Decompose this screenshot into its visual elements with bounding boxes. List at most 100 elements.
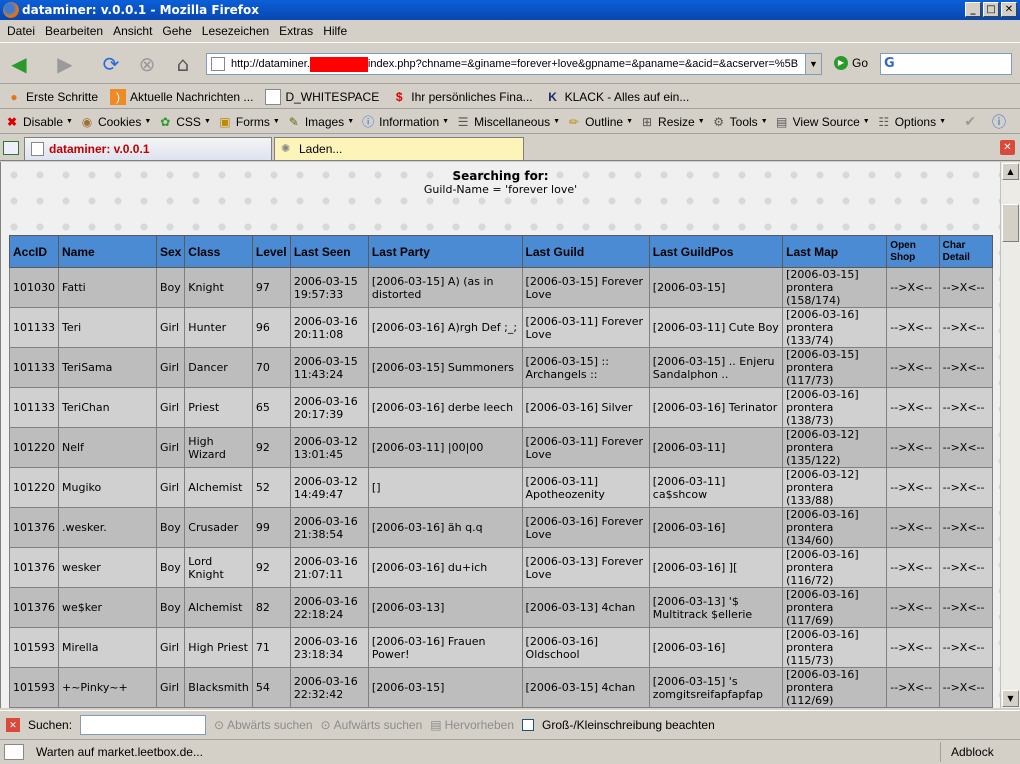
forward-icon[interactable]: ▶ bbox=[52, 51, 78, 77]
wd-options[interactable]: ☷ Options ▼ bbox=[876, 114, 946, 130]
table-cell[interactable]: -->X<-- bbox=[938, 667, 994, 708]
table-cell[interactable]: -->X<-- bbox=[938, 347, 994, 388]
bookmark-aktuelle-nachrichten[interactable]: ) Aktuelle Nachrichten ... bbox=[110, 88, 253, 105]
bookmark-d-whitespace[interactable]: D_WHITESPACE bbox=[265, 88, 379, 105]
column-header: Last GuildPos bbox=[648, 235, 784, 268]
go-button[interactable]: ▶ Go bbox=[834, 56, 868, 70]
minimize-button[interactable]: _ bbox=[965, 2, 981, 17]
table-cell: Girl bbox=[155, 707, 186, 708]
scroll-up-icon[interactable]: ▲ bbox=[1002, 163, 1019, 180]
help-icon[interactable]: ⓘ bbox=[992, 112, 1006, 132]
home-icon[interactable]: ⌂ bbox=[170, 51, 196, 77]
wd-disable[interactable]: ✖ Disable ▼ bbox=[4, 114, 73, 130]
tab-loading[interactable]: ✺ Laden... bbox=[274, 137, 524, 160]
menu-ansicht[interactable]: Ansicht bbox=[108, 24, 157, 38]
reload-icon[interactable]: ⟳ bbox=[98, 51, 124, 77]
table-header-row: AccID Name Sex Class Level Last Seen Last Part… bbox=[9, 235, 994, 268]
wd-cookies[interactable]: ◉ Cookies ▼ bbox=[79, 114, 152, 130]
table-cell[interactable]: -->X<-- bbox=[886, 507, 940, 548]
menu-extras[interactable]: Extras bbox=[274, 24, 318, 38]
table-cell[interactable]: -->X<-- bbox=[938, 707, 994, 708]
scroll-thumb[interactable] bbox=[1002, 204, 1019, 242]
wd-forms[interactable]: ▣ Forms ▼ bbox=[217, 114, 280, 130]
wd-images[interactable]: ✎ Images ▼ bbox=[286, 114, 354, 130]
close-tab-icon[interactable]: ✕ bbox=[1000, 140, 1015, 155]
check-icon[interactable]: ✔ bbox=[964, 114, 976, 130]
wd-tools[interactable]: ⚙ Tools ▼ bbox=[711, 114, 767, 130]
find-up-button[interactable]: ⊙ Aufwärts suchen bbox=[321, 718, 423, 732]
table-cell[interactable]: -->X<-- bbox=[938, 267, 994, 308]
table-cell: [2006-03-15] 4chan bbox=[521, 667, 650, 708]
search-input[interactable]: G bbox=[880, 53, 1012, 75]
table-cell: 96 bbox=[251, 307, 291, 348]
table-cell[interactable]: -->X<-- bbox=[938, 307, 994, 348]
wd-information[interactable]: ⓘ Information ▼ bbox=[360, 114, 449, 130]
table-cell: [2006-03-16] prontera (116/72) bbox=[782, 547, 888, 588]
table-cell[interactable]: -->X<-- bbox=[886, 307, 940, 348]
wd-miscellaneous[interactable]: ☰ Miscellaneous ▼ bbox=[455, 114, 560, 130]
stop-icon[interactable]: ⊗ bbox=[134, 51, 160, 77]
adblock-label[interactable]: Adblock bbox=[940, 742, 1020, 762]
wd-resize[interactable]: ⊞ Resize ▼ bbox=[639, 114, 705, 130]
table-cell: Girl bbox=[155, 427, 186, 468]
table-cell[interactable]: -->X<-- bbox=[938, 627, 994, 668]
table-cell[interactable]: -->X<-- bbox=[886, 587, 940, 628]
column-header: Class bbox=[184, 235, 253, 268]
wd-css[interactable]: ✿ CSS ▼ bbox=[157, 114, 211, 130]
table-cell[interactable]: -->X<-- bbox=[938, 547, 994, 588]
highlight-button[interactable]: ▤ Hervorheben bbox=[430, 718, 514, 732]
firefox-icon: ● bbox=[10, 89, 18, 104]
table-cell[interactable]: -->X<-- bbox=[938, 427, 994, 468]
table-cell[interactable]: -->X<-- bbox=[886, 547, 940, 588]
table-cell[interactable]: -->X<-- bbox=[938, 387, 994, 428]
table-cell[interactable]: -->X<-- bbox=[938, 587, 994, 628]
table-cell: Teri bbox=[58, 307, 157, 348]
table-cell[interactable]: -->X<-- bbox=[938, 507, 994, 548]
menu-gehe[interactable]: Gehe bbox=[157, 24, 196, 38]
find-input[interactable] bbox=[80, 714, 207, 735]
menu-datei[interactable]: Datei bbox=[2, 24, 40, 38]
new-tab-icon[interactable] bbox=[3, 141, 19, 155]
scroll-down-icon[interactable]: ▼ bbox=[1002, 690, 1019, 707]
table-cell: [2006-03-11] Forever Love bbox=[521, 707, 650, 708]
table-cell: [] bbox=[367, 467, 523, 508]
table-cell[interactable]: -->X<-- bbox=[886, 267, 940, 308]
url-bar[interactable]: http://dataminer. index.php?chname=&ginam… bbox=[206, 53, 822, 75]
table-cell: Girl bbox=[155, 627, 186, 668]
menu-hilfe[interactable]: Hilfe bbox=[318, 24, 352, 38]
close-button[interactable]: ✕ bbox=[1001, 2, 1017, 17]
bookmark-sparkasse[interactable]: $ Ihr persönliches Fina... bbox=[391, 89, 533, 105]
column-header: Last Seen bbox=[289, 235, 369, 268]
table-cell: [2006-03-15] bbox=[367, 667, 523, 708]
table-cell[interactable]: -->X<-- bbox=[886, 387, 940, 428]
match-case-checkbox[interactable] bbox=[522, 718, 534, 731]
table-cell[interactable]: -->X<-- bbox=[886, 427, 940, 468]
menu-bearbeiten[interactable]: Bearbeiten bbox=[40, 24, 108, 38]
menu-lesezeichen[interactable]: Lesezeichen bbox=[197, 24, 274, 38]
table-cell: 2006-03-15 11:43:24 bbox=[289, 347, 369, 388]
rss-icon: ) bbox=[110, 88, 127, 105]
tab-dataminer[interactable]: dataminer: v.0.0.1 bbox=[24, 137, 272, 160]
page-icon bbox=[31, 142, 44, 156]
url-dropdown-icon[interactable]: ▼ bbox=[805, 54, 821, 74]
lock-icon: ▣ bbox=[219, 114, 231, 129]
table-cell: [2006-03-13] 4chan bbox=[521, 587, 650, 628]
table-cell[interactable]: -->X<-- bbox=[886, 667, 940, 708]
back-icon[interactable]: ◀ bbox=[6, 51, 32, 77]
column-header: Open Shop bbox=[886, 235, 940, 268]
wd-view-source[interactable]: ▤ View Source ▼ bbox=[774, 114, 870, 130]
table-cell[interactable]: -->X<-- bbox=[886, 627, 940, 668]
wd-outline[interactable]: ✏ Outline ▼ bbox=[566, 114, 633, 130]
table-cell[interactable]: -->X<-- bbox=[886, 467, 940, 508]
table-row: 101220 Mugiko Girl Alchemist 52 2006-03-12 14… bbox=[9, 467, 994, 508]
table-cell: [2006-03-16] prontera (117/69) bbox=[782, 587, 888, 628]
find-down-button[interactable]: ⊙ Abwärts suchen bbox=[214, 718, 312, 732]
bookmark-klack[interactable]: K KLACK - Alles auf ein... bbox=[545, 89, 689, 105]
bookmark-erste-schritte[interactable]: ● Erste Schritte bbox=[6, 89, 98, 105]
table-cell[interactable]: -->X<-- bbox=[886, 707, 940, 708]
table-cell[interactable]: -->X<-- bbox=[938, 467, 994, 508]
maximize-button[interactable]: □ bbox=[983, 2, 999, 17]
close-find-icon[interactable]: ✕ bbox=[6, 717, 20, 732]
table-cell[interactable]: -->X<-- bbox=[886, 347, 940, 388]
vertical-scrollbar[interactable]: ▲ ▼ bbox=[1000, 162, 1020, 708]
